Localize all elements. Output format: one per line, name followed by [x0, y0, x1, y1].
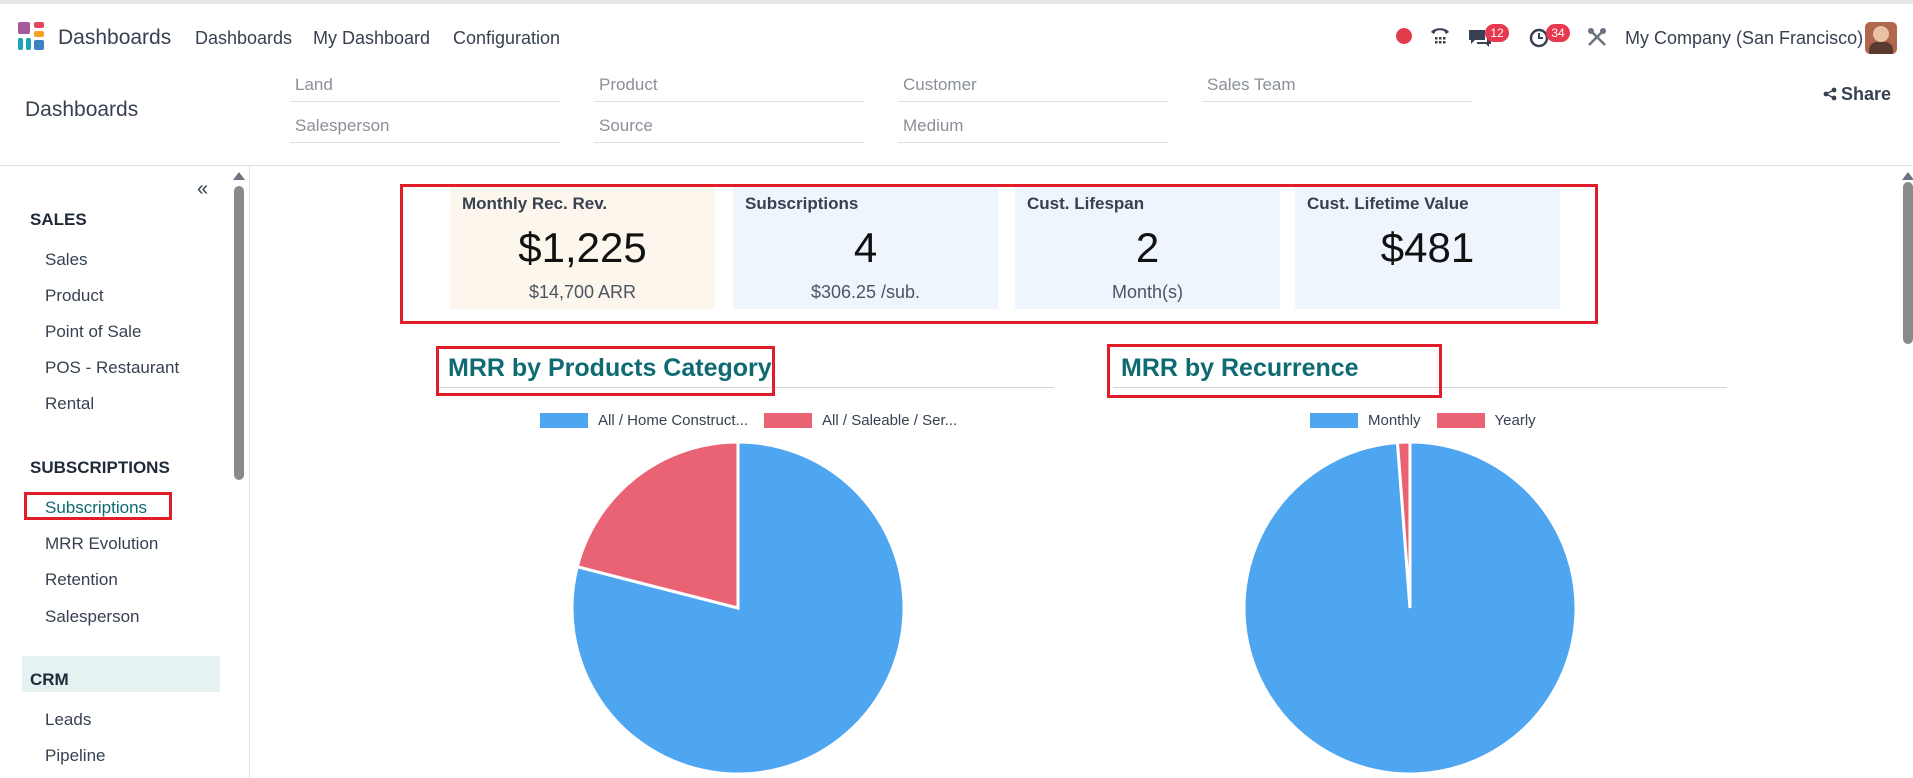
- kpi-title: Subscriptions: [745, 194, 859, 213]
- section-crm: CRM: [30, 670, 69, 689]
- kpi-subtext: $14,700 ARR: [528, 282, 637, 302]
- pie-chart-recurrence[interactable]: [1240, 438, 1580, 778]
- filter-salesperson[interactable]: Salesperson: [290, 113, 560, 143]
- chart-title-recurrence: MRR by Recurrence: [1121, 354, 1359, 382]
- menu-dashboards[interactable]: Dashboards: [195, 28, 292, 49]
- kpi-subtext: Month(s): [1111, 282, 1183, 302]
- filter-customer[interactable]: Customer: [898, 72, 1168, 102]
- collapse-sidebar-icon[interactable]: «: [197, 178, 208, 201]
- app-name[interactable]: Dashboards: [58, 26, 171, 50]
- dashboards-app-icon[interactable]: [18, 22, 48, 52]
- filter-product[interactable]: Product: [594, 72, 864, 102]
- filter-sales-team[interactable]: Sales Team: [1202, 72, 1472, 102]
- chart2-legend: Monthly Yearly: [1310, 412, 1536, 429]
- sidebar-scroll-up[interactable]: [233, 172, 245, 180]
- sidebar-item-pos-restaurant[interactable]: POS - Restaurant: [45, 358, 179, 378]
- legend-swatch: [764, 413, 813, 428]
- kpi-title: Cust. Lifetime Value: [1307, 194, 1469, 213]
- menu-my-dashboard[interactable]: My Dashboard: [313, 28, 430, 49]
- sidebar-item-leads[interactable]: Leads: [45, 710, 91, 730]
- sidebar-item-pipeline[interactable]: Pipeline: [45, 746, 106, 766]
- kpi-value: $481: [1380, 224, 1475, 271]
- kpi-card-mrr[interactable]: Monthly Rec. Rev. $1,225 $14,700 ARR: [450, 184, 715, 309]
- filter-source[interactable]: Source: [594, 113, 864, 143]
- activities-badge: 34: [1546, 24, 1570, 42]
- chart-title-products-category: MRR by Products Category: [448, 354, 772, 382]
- kpi-title: Monthly Rec. Rev.: [462, 194, 608, 213]
- kpi-title: Cust. Lifespan: [1027, 194, 1145, 213]
- sidebar-item-mrr-evolution[interactable]: MRR Evolution: [45, 534, 158, 554]
- kpi-subtext: $306.25 /sub.: [810, 282, 921, 302]
- legend-label[interactable]: All / Home Construct...: [598, 412, 748, 429]
- main-scroll-up[interactable]: [1902, 172, 1913, 180]
- chart-divider: [1113, 387, 1727, 388]
- share-button[interactable]: Share: [1823, 84, 1891, 105]
- kpi-card-lifespan[interactable]: Cust. Lifespan 2 Month(s): [1015, 184, 1280, 309]
- chart-divider: [438, 387, 1054, 388]
- top-navbar: Dashboards Dashboards My Dashboard Confi…: [0, 0, 1913, 68]
- sidebar-item-subscriptions[interactable]: Subscriptions: [45, 498, 147, 518]
- sidebar-item-salesperson[interactable]: Salesperson: [45, 607, 140, 627]
- chart1-legend: All / Home Construct... All / Saleable /…: [540, 412, 957, 429]
- tools-icon[interactable]: [1586, 26, 1608, 48]
- filter-land[interactable]: Land: [290, 72, 560, 102]
- kpi-card-subscriptions[interactable]: Subscriptions 4 $306.25 /sub.: [733, 184, 998, 309]
- sidebar-item-product[interactable]: Product: [45, 286, 104, 306]
- legend-label[interactable]: Monthly: [1368, 412, 1421, 429]
- sidebar: « SALES Sales Product Point of Sale POS …: [0, 166, 250, 778]
- kpi-value: $1,225: [518, 224, 647, 271]
- menu-configuration[interactable]: Configuration: [453, 28, 560, 49]
- main-scrollbar[interactable]: [1903, 182, 1913, 344]
- sidebar-item-retention[interactable]: Retention: [45, 570, 118, 590]
- filter-medium[interactable]: Medium: [898, 113, 1168, 143]
- section-subscriptions: SUBSCRIPTIONS: [30, 458, 170, 477]
- section-sales: SALES: [30, 210, 87, 229]
- share-icon: [1823, 87, 1837, 101]
- phone-icon[interactable]: [1428, 24, 1452, 48]
- user-avatar[interactable]: [1865, 22, 1897, 54]
- kpi-value: 4: [853, 224, 878, 271]
- legend-swatch: [1310, 413, 1358, 428]
- sidebar-item-point-of-sale[interactable]: Point of Sale: [45, 322, 141, 342]
- sidebar-item-rental[interactable]: Rental: [45, 394, 94, 414]
- messages-icon[interactable]: 12: [1467, 24, 1509, 50]
- company-switcher[interactable]: My Company (San Francisco): [1625, 28, 1863, 49]
- messages-badge: 12: [1485, 24, 1509, 42]
- legend-swatch: [1436, 413, 1485, 428]
- legend-label[interactable]: Yearly: [1495, 412, 1536, 429]
- activities-icon[interactable]: 34: [1528, 24, 1570, 50]
- kpi-card-lifetime-value[interactable]: Cust. Lifetime Value $481: [1295, 184, 1560, 309]
- legend-swatch: [540, 413, 588, 428]
- breadcrumb[interactable]: Dashboards: [25, 98, 138, 122]
- dashboard-content: Monthly Rec. Rev. $1,225 $14,700 ARR Sub…: [250, 166, 1913, 778]
- kpi-value: 2: [1135, 224, 1160, 271]
- control-panel: Dashboards Land Product Customer Sales T…: [0, 68, 1913, 166]
- record-icon[interactable]: [1396, 28, 1412, 44]
- share-label: Share: [1841, 84, 1892, 104]
- pie-chart-products-category[interactable]: [568, 438, 908, 778]
- legend-label[interactable]: All / Saleable / Ser...: [822, 412, 957, 429]
- sidebar-item-sales[interactable]: Sales: [45, 250, 88, 270]
- sidebar-scrollbar[interactable]: [234, 186, 244, 480]
